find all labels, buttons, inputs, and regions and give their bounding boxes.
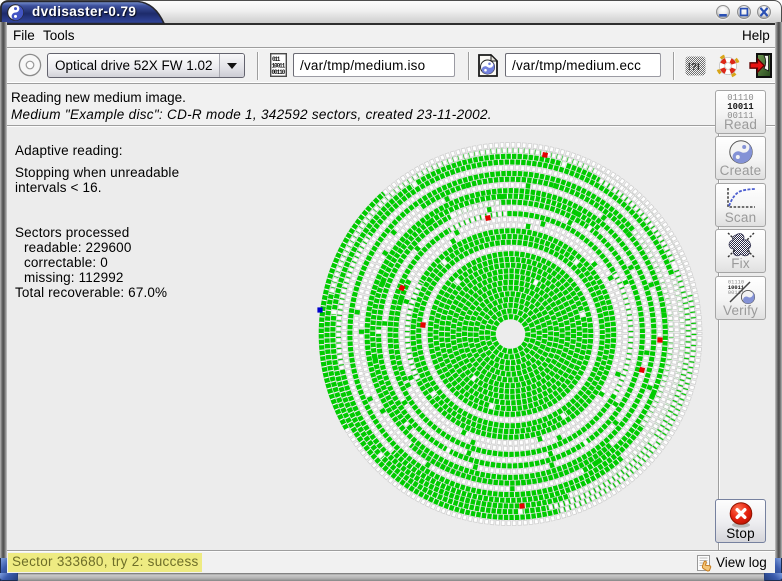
svg-text:00110: 00110: [272, 69, 286, 76]
svg-text:!?I: !?I: [688, 61, 700, 72]
